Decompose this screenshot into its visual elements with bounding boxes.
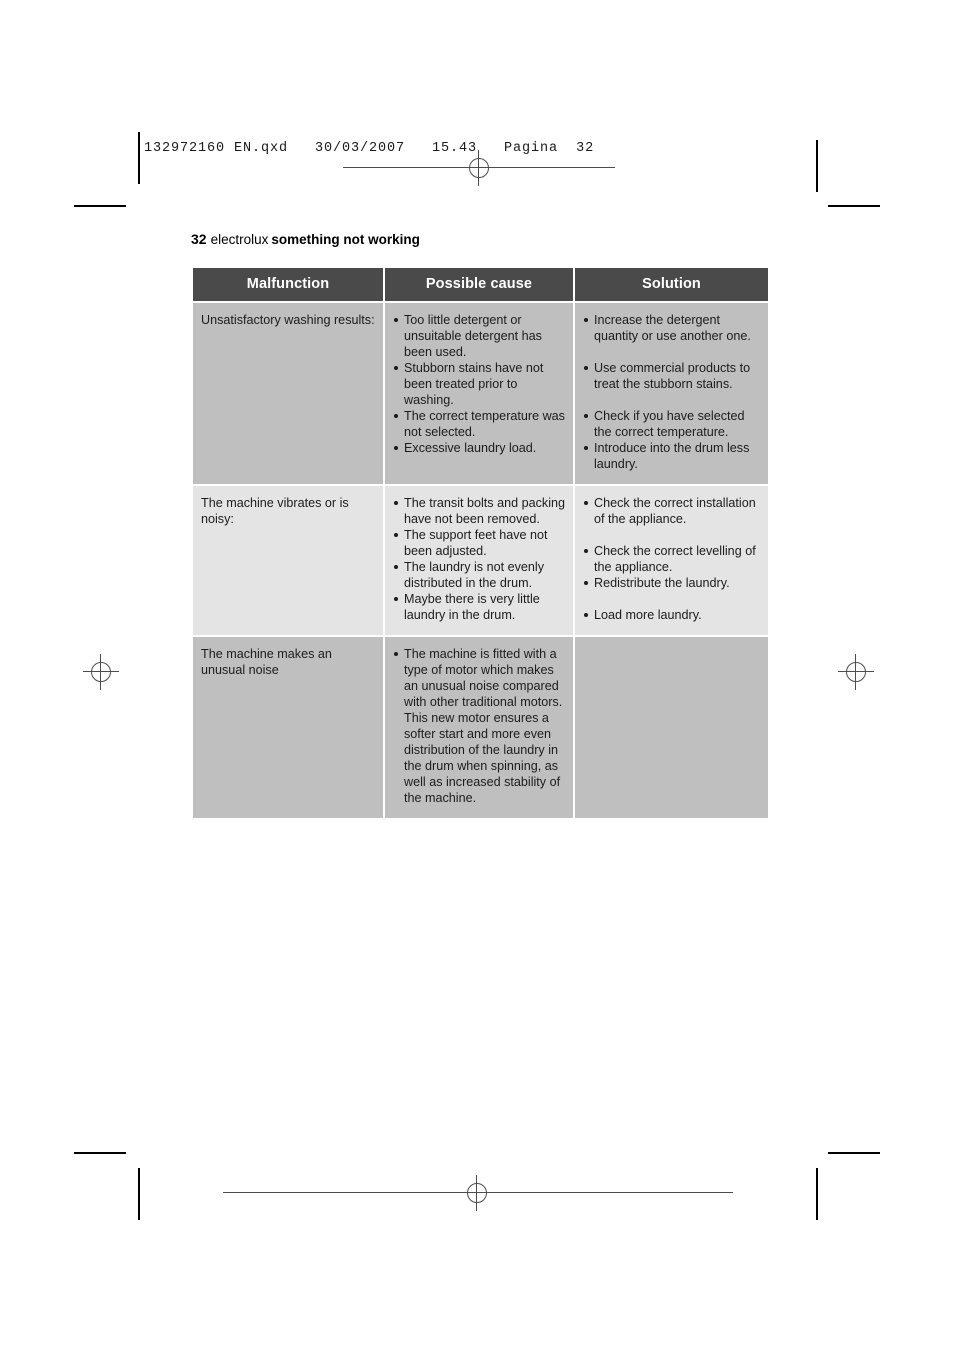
list-item: The correct temperature was not selected… (393, 408, 565, 440)
list-item: The support feet have not been adjusted. (393, 527, 565, 559)
crop-mark-bottom-right-horizontal (828, 1152, 880, 1154)
registration-mark-left-center (83, 654, 119, 690)
cell-malfunction: The machine vibrates or is noisy: (193, 486, 383, 635)
cell-possible-cause: The machine is fitted with a type of mot… (385, 637, 573, 818)
registration-mark-right-center (838, 654, 874, 690)
solution-list: Check the correct installation of the ap… (583, 495, 760, 623)
cell-possible-cause: Too little detergent or unsuitable deter… (385, 303, 573, 484)
cell-malfunction: Unsatisfactory washing results: (193, 303, 383, 484)
imposition-file-slug: 132972160 EN.qxd 30/03/2007 15.43 Pagina… (144, 141, 595, 156)
cell-malfunction: The machine makes an unusual noise (193, 637, 383, 818)
crop-mark-top-right-vertical (816, 140, 818, 192)
slug-rule (138, 132, 140, 176)
cell-possible-cause: The transit bolts and packing have not b… (385, 486, 573, 635)
table-body: Unsatisfactory washing results: Too litt… (193, 303, 768, 818)
table-row: Unsatisfactory washing results: Too litt… (193, 303, 768, 484)
solution-list: Increase the detergent quantity or use a… (583, 312, 760, 472)
column-header-malfunction: Malfunction (193, 268, 383, 301)
list-item: Stubborn stains have not been treated pr… (393, 360, 565, 408)
crop-mark-bottom-right-vertical (816, 1168, 818, 1220)
list-item: Increase the detergent quantity or use a… (583, 312, 760, 344)
crop-mark-top-left-horizontal (74, 205, 126, 207)
cell-solution: Increase the detergent quantity or use a… (575, 303, 768, 484)
cause-list: The transit bolts and packing have not b… (393, 495, 565, 623)
list-item: The transit bolts and packing have not b… (393, 495, 565, 527)
list-item: Check if you have selected the correct t… (583, 408, 760, 440)
list-item: Check the correct installation of the ap… (583, 495, 760, 527)
crop-mark-bottom-left-vertical (138, 1168, 140, 1220)
section-title: something not working (271, 232, 420, 247)
list-item: Too little detergent or unsuitable deter… (393, 312, 565, 360)
list-item: The laundry is not evenly distributed in… (393, 559, 565, 591)
page-number: 32 (191, 231, 207, 247)
cause-list: Too little detergent or unsuitable deter… (393, 312, 565, 456)
table-header-row: Malfunction Possible cause Solution (193, 268, 768, 301)
list-item: Load more laundry. (583, 607, 760, 623)
list-item: Use commercial products to treat the stu… (583, 360, 760, 392)
list-item: Check the correct levelling of the appli… (583, 543, 760, 575)
table-row: The machine vibrates or is noisy: The tr… (193, 486, 768, 635)
list-item: Introduce into the drum less laundry. (583, 440, 760, 472)
table-row: The machine makes an unusual noise The m… (193, 637, 768, 818)
registration-mark-bottom-center (223, 1175, 733, 1211)
column-header-possible-cause: Possible cause (385, 268, 573, 301)
column-header-solution: Solution (575, 268, 768, 301)
list-item: Redistribute the laundry. (583, 575, 760, 591)
crop-mark-top-right-horizontal (828, 205, 880, 207)
page-running-head: 32 electrolux something not working (191, 231, 420, 247)
crop-mark-bottom-left-horizontal (74, 1152, 126, 1154)
list-item: The machine is fitted with a type of mot… (393, 646, 565, 806)
list-item: Maybe there is very little laundry in th… (393, 591, 565, 623)
cell-solution: Check the correct installation of the ap… (575, 486, 768, 635)
cell-solution (575, 637, 768, 818)
brand-name: electrolux (210, 232, 269, 247)
troubleshooting-table: Malfunction Possible cause Solution Unsa… (191, 266, 770, 820)
list-item: Excessive laundry load. (393, 440, 565, 456)
cause-list: The machine is fitted with a type of mot… (393, 646, 565, 806)
